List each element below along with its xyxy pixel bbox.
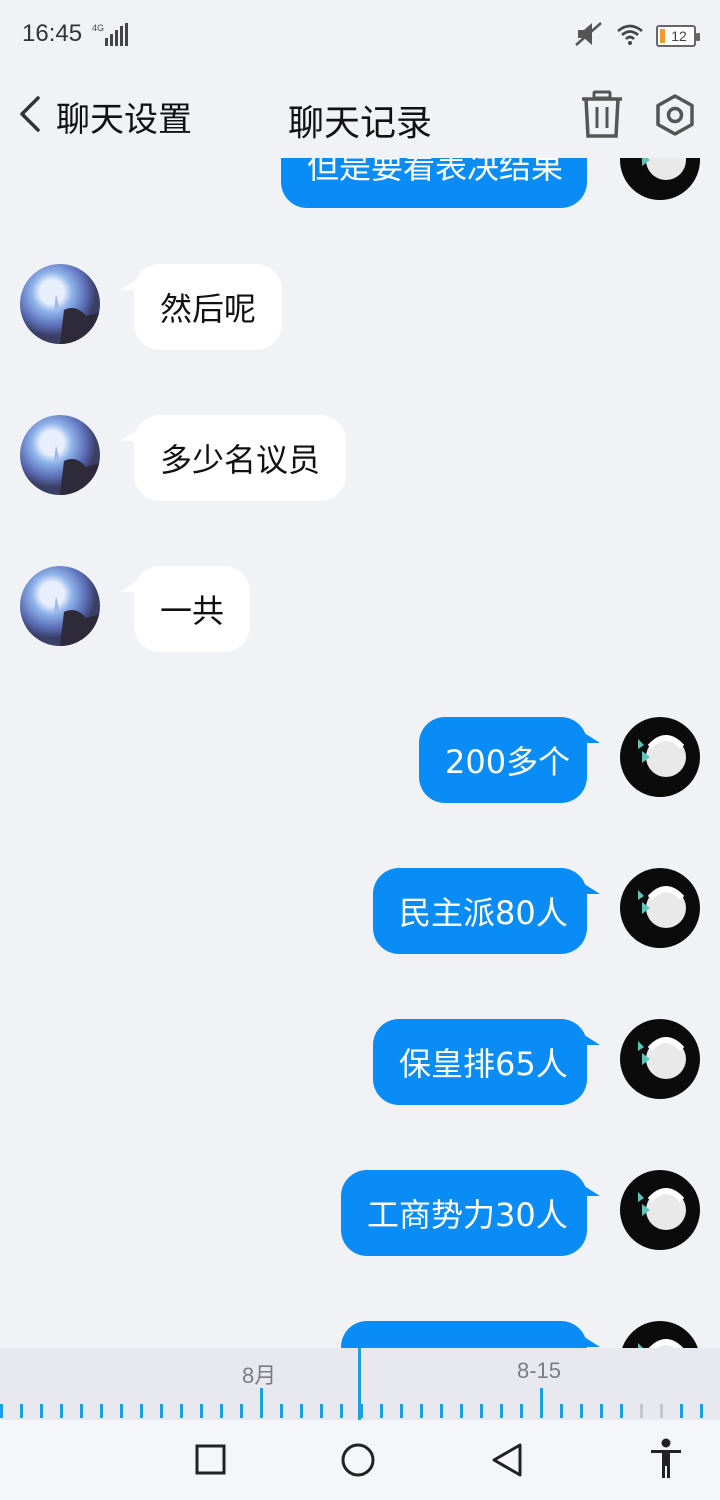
message-bubble[interactable]: 然后呢	[134, 264, 283, 350]
timeline-tick	[280, 1404, 283, 1418]
signal-icon: 4G	[92, 22, 132, 52]
recents-square-icon[interactable]	[195, 1444, 227, 1480]
timeline-tick	[420, 1404, 423, 1418]
accessibility-icon[interactable]	[648, 1438, 684, 1484]
avatar[interactable]	[620, 1170, 700, 1250]
status-bar: 16:45 4G 12	[0, 0, 720, 72]
timeline-tick	[440, 1404, 443, 1418]
timeline-tick	[680, 1404, 683, 1418]
timeline-tick	[660, 1404, 663, 1418]
status-time: 16:45	[22, 20, 83, 47]
message-bubble[interactable]: 保皇排65人	[373, 1019, 587, 1105]
timeline-tick	[140, 1404, 143, 1418]
avatar[interactable]	[620, 868, 700, 948]
avatar[interactable]	[20, 415, 100, 495]
timeline-tick	[300, 1404, 303, 1418]
timeline-tick	[380, 1404, 383, 1418]
message-bubble[interactable]: 民主派80人	[373, 868, 587, 954]
back-triangle-icon[interactable]	[490, 1442, 524, 1482]
home-circle-icon[interactable]	[340, 1442, 376, 1482]
message-bubble[interactable]: 一共	[134, 566, 251, 652]
avatar[interactable]	[20, 264, 100, 344]
timeline-tick	[520, 1404, 523, 1418]
timeline-tick	[260, 1388, 263, 1418]
timeline-tick	[0, 1404, 3, 1418]
timeline-tick	[460, 1404, 463, 1418]
timeline-tick	[240, 1404, 243, 1418]
timeline-tick	[120, 1404, 123, 1418]
timeline-tick	[500, 1404, 503, 1418]
timeline-cursor[interactable]	[358, 1348, 361, 1420]
timeline-tick	[180, 1404, 183, 1418]
battery-level: 12	[671, 28, 687, 44]
avatar[interactable]	[620, 1321, 700, 1348]
timeline-tick	[580, 1404, 583, 1418]
timeline-tick	[620, 1404, 623, 1418]
header-bar: 聊天设置 聊天记录	[0, 72, 720, 158]
battery-icon: 12	[656, 25, 700, 47]
avatar[interactable]	[620, 717, 700, 797]
system-nav-bar	[0, 1420, 720, 1500]
timeline-tick	[400, 1404, 403, 1418]
gear-icon[interactable]	[654, 94, 696, 140]
timeline-tick	[540, 1388, 543, 1418]
message-bubble[interactable]: 200多个	[419, 717, 587, 803]
timeline-tick	[80, 1404, 83, 1418]
mute-icon	[574, 20, 604, 52]
avatar[interactable]	[20, 566, 100, 646]
timeline-tick	[220, 1404, 223, 1418]
message-bubble[interactable]: 但是要看表决结果	[281, 158, 587, 208]
timeline-tick	[600, 1404, 603, 1418]
network-type-label: 4G	[92, 23, 104, 33]
timeline-tick	[700, 1404, 703, 1418]
trash-icon[interactable]	[580, 90, 624, 144]
avatar[interactable]	[620, 1019, 700, 1099]
timeline-tick	[560, 1404, 563, 1418]
timeline-tick	[340, 1404, 343, 1418]
message-bubble[interactable]: 工商势力30人	[341, 1170, 587, 1256]
timeline-tick	[480, 1404, 483, 1418]
message-bubble[interactable]	[341, 1321, 587, 1348]
timeline-tick	[40, 1404, 43, 1418]
timeline-tick	[640, 1404, 643, 1418]
chat-history[interactable]: 但是要看表决结果 然后呢 多少名议员 一共 200多个 民主派80人 保皇排65…	[0, 158, 720, 1348]
timeline-tick	[160, 1404, 163, 1418]
timeline-tick	[100, 1404, 103, 1418]
timeline-tick	[200, 1404, 203, 1418]
timeline-tick	[320, 1404, 323, 1418]
message-bubble[interactable]: 多少名议员	[134, 415, 347, 501]
avatar[interactable]	[620, 158, 700, 200]
timeline-tick	[20, 1404, 23, 1418]
date-timeline[interactable]: 8月 8-15	[0, 1348, 720, 1420]
timeline-tick	[60, 1404, 63, 1418]
wifi-icon	[616, 22, 644, 50]
